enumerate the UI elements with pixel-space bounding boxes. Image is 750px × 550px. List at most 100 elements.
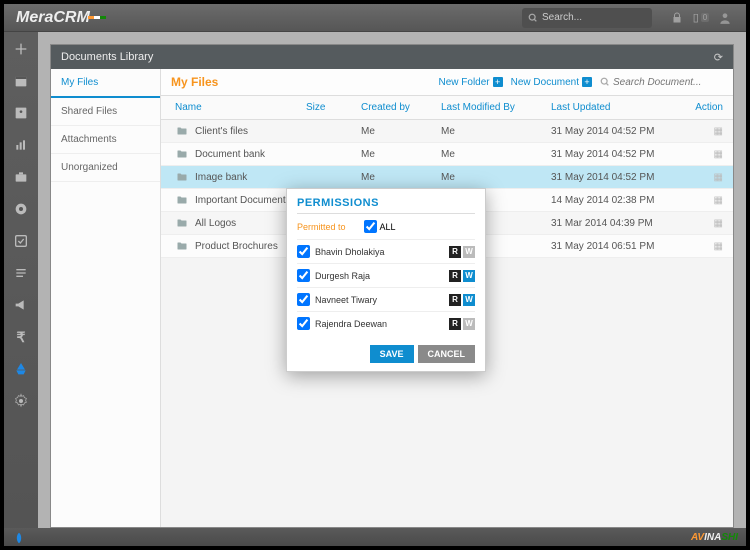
write-toggle[interactable]: W [463,270,475,282]
row-action-icon[interactable]: ▦ [681,218,723,229]
save-button[interactable]: SAVE [370,345,414,363]
rail-stats-icon[interactable] [10,134,32,156]
rail-briefcase-icon[interactable] [10,166,32,188]
permitted-to-label: Permitted to [297,222,346,232]
all-checkbox[interactable] [364,220,377,233]
global-search-input[interactable] [542,12,632,23]
read-toggle[interactable]: R [449,270,461,282]
col-size[interactable]: Size [306,102,361,113]
rail-add-icon[interactable] [10,38,32,60]
row-updated: 31 May 2014 04:52 PM [551,126,681,137]
row-action-icon[interactable]: ▦ [681,195,723,206]
left-rail: ₹ [4,32,38,528]
write-toggle[interactable]: W [463,294,475,306]
permission-row: Rajendra DeewanRW [297,311,475,335]
folder-icon [175,171,189,183]
table-header: Name Size Created by Last Modified By La… [161,96,733,120]
document-search-input[interactable] [613,77,723,88]
plus-icon: + [493,77,503,87]
folder-icon [175,148,189,160]
category-sidebar: My FilesShared FilesAttachmentsUnorganiz… [51,69,161,527]
panel-title: Documents Library [61,51,153,63]
table-row[interactable]: Client's filesMeMe31 May 2014 04:52 PM▦ [161,120,733,143]
row-action-icon[interactable]: ▦ [681,149,723,160]
row-updated: 31 Mar 2014 04:39 PM [551,218,681,229]
col-createdby[interactable]: Created by [361,102,441,113]
rail-calendar-icon[interactable] [10,70,32,92]
col-name[interactable]: Name [171,102,306,113]
table-row[interactable]: Image bankMeMe31 May 2014 04:52 PM▦ [161,166,733,189]
row-name: Product Brochures [195,241,278,252]
row-name: All Logos [195,218,236,229]
corner-logo-icon [12,531,26,545]
logo-text-a: Mera [16,9,53,26]
row-modifiedby: Me [441,126,551,137]
rail-list-icon[interactable] [10,262,32,284]
cancel-button[interactable]: CANCEL [418,345,476,363]
read-toggle[interactable]: R [449,318,461,330]
folder-icon [175,194,189,206]
user-name: Navneet Tiwary [315,295,377,305]
all-label: ALL [380,222,396,232]
row-updated: 14 May 2014 02:38 PM [551,195,681,206]
user-checkbox[interactable] [297,245,310,258]
sidebar-item[interactable]: Attachments [51,126,160,154]
user-checkbox[interactable] [297,293,310,306]
panel-header: Documents Library ⟳ [51,45,733,69]
new-document-button[interactable]: New Document+ [511,77,592,88]
sidebar-item[interactable]: Unorganized [51,154,160,182]
search-icon [600,77,610,87]
user-name: Bhavin Dholakiya [315,247,385,257]
breadcrumb-title: My Files [171,75,218,89]
table-row[interactable]: Document bankMeMe31 May 2014 04:52 PM▦ [161,143,733,166]
col-action: Action [681,102,723,113]
col-modifiedby[interactable]: Last Modified By [441,102,551,113]
rail-drive-icon[interactable] [10,358,32,380]
rail-tasks-icon[interactable] [10,230,32,252]
notifications-icon[interactable]: ▯0 [692,9,710,27]
search-icon [528,13,538,23]
row-name: Document bank [195,149,265,160]
permission-row: Durgesh RajaRW [297,263,475,287]
rail-rupee-icon[interactable]: ₹ [10,326,32,348]
read-toggle[interactable]: R [449,246,461,258]
document-search[interactable] [600,77,723,88]
read-toggle[interactable]: R [449,294,461,306]
row-action-icon[interactable]: ▦ [681,172,723,183]
rail-contacts-icon[interactable] [10,102,32,124]
write-toggle[interactable]: W [463,246,475,258]
sidebar-item[interactable]: My Files [51,69,160,98]
row-modifiedby: Me [441,149,551,160]
logo-flag-icon [88,16,106,19]
rail-support-icon[interactable] [10,198,32,220]
main-toolbar: My Files New Folder+ New Document+ [161,69,733,96]
permissions-modal: PERMISSIONS Permitted to ALL Bhavin Dhol… [286,188,486,372]
logo-text-b: CRM [53,9,89,26]
new-folder-button[interactable]: New Folder+ [439,77,503,88]
row-createdby: Me [361,126,441,137]
app-logo: MeraCRM [16,9,106,27]
row-updated: 31 May 2014 04:52 PM [551,149,681,160]
rail-settings-icon[interactable] [10,390,32,412]
vendor-brand: AVINASHI [691,532,738,543]
notif-count: 0 [701,13,709,22]
row-name: Client's files [195,126,248,137]
user-checkbox[interactable] [297,269,310,282]
user-checkbox[interactable] [297,317,310,330]
write-toggle[interactable]: W [463,318,475,330]
sidebar-item[interactable]: Shared Files [51,98,160,126]
row-updated: 31 May 2014 06:51 PM [551,241,681,252]
rail-announce-icon[interactable] [10,294,32,316]
top-bar: MeraCRM ▯0 [4,4,746,32]
folder-icon [175,125,189,137]
row-action-icon[interactable]: ▦ [681,126,723,137]
user-avatar-icon[interactable] [716,9,734,27]
row-createdby: Me [361,149,441,160]
refresh-icon[interactable]: ⟳ [714,51,723,64]
permission-row: Navneet Tiwary RW [297,287,475,311]
global-search[interactable] [522,8,652,28]
col-updated[interactable]: Last Updated [551,102,681,113]
row-name: Important Documents [195,195,291,206]
lock-icon[interactable] [668,9,686,27]
row-action-icon[interactable]: ▦ [681,241,723,252]
